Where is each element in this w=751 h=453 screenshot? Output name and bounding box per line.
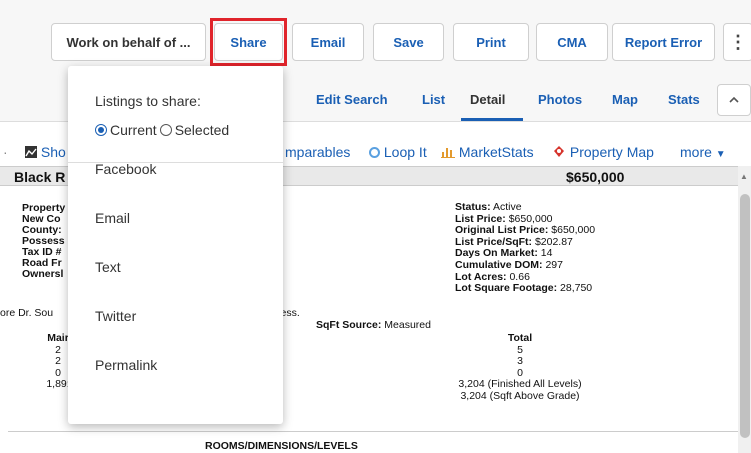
share-dropdown-menu: Listings to share: Current Selected Face… <box>68 66 283 424</box>
scroll-up-arrow-icon[interactable]: ▲ <box>740 172 748 181</box>
listing-stats: Status: Active List Price: $650,000 Orig… <box>455 201 595 295</box>
listing-title: Black R <box>14 169 66 185</box>
map-pin-icon <box>554 146 564 157</box>
comparables-link[interactable]: mparables <box>285 144 350 160</box>
tab-photos[interactable]: Photos <box>538 92 582 107</box>
loop-it-label: Loop It <box>383 144 427 160</box>
rooms-section-title: ROOMS/DIMENSIONS/LEVELS <box>205 440 358 452</box>
cma-button[interactable]: CMA <box>536 23 608 61</box>
tab-detail[interactable]: Detail <box>470 92 505 107</box>
radio-selected[interactable] <box>159 124 172 136</box>
email-button[interactable]: Email <box>292 23 364 61</box>
share-facebook-item[interactable]: Facebook <box>95 161 156 177</box>
save-button[interactable]: Save <box>373 23 444 61</box>
scrollbar-thumb[interactable] <box>740 194 750 438</box>
showing-label: Sho <box>40 144 66 160</box>
loop-icon <box>369 147 380 158</box>
total-column: Total 5 3 0 3,204 (Finished All Levels) … <box>458 332 582 402</box>
separator-icon: · <box>3 144 8 160</box>
showing-icon <box>25 146 37 158</box>
share-scope-radio-group: Current Selected <box>95 122 229 138</box>
bar-chart-icon <box>441 148 455 158</box>
share-twitter-item[interactable]: Twitter <box>95 308 136 324</box>
chevron-down-icon: ▼ <box>715 149 726 160</box>
property-map-label: Property Map <box>569 144 654 160</box>
showing-link[interactable]: Sho <box>25 144 66 160</box>
collapse-chevron-icon[interactable] <box>717 84 751 116</box>
print-button[interactable]: Print <box>453 23 529 61</box>
more-label: more <box>680 144 712 160</box>
active-tab-indicator <box>461 118 523 121</box>
market-stats-label: MarketStats <box>458 144 534 160</box>
address-text-left: ore Dr. Sou <box>0 307 54 319</box>
share-highlight-frame <box>210 18 287 66</box>
stat-lot-sqft: Lot Square Footage: 28,750 <box>455 282 593 295</box>
radio-current-label[interactable]: Current <box>110 122 157 138</box>
listings-to-share-heading: Listings to share: <box>95 93 201 109</box>
tab-edit-search[interactable]: Edit Search <box>316 92 388 107</box>
tab-list[interactable]: List <box>422 92 445 107</box>
share-text-item[interactable]: Text <box>95 259 121 275</box>
market-stats-link[interactable]: MarketStats <box>441 144 534 160</box>
tab-stats[interactable]: Stats <box>668 92 700 107</box>
tab-map[interactable]: Map <box>612 92 638 107</box>
work-on-behalf-button[interactable]: Work on behalf of ... <box>51 23 206 61</box>
share-permalink-item[interactable]: Permalink <box>95 357 157 373</box>
radio-selected-label[interactable]: Selected <box>175 122 229 138</box>
listing-price: $650,000 <box>566 169 625 185</box>
radio-current[interactable] <box>95 124 107 136</box>
report-error-button[interactable]: Report Error <box>612 23 715 61</box>
share-email-item[interactable]: Email <box>95 210 130 226</box>
more-options-icon[interactable]: ⋮ <box>723 23 751 61</box>
property-map-link[interactable]: Property Map <box>552 144 654 160</box>
field-label: Ownersl <box>22 268 64 280</box>
sqft-source: SqFt Source: Measured <box>316 319 431 331</box>
loop-it-link[interactable]: Loop It <box>369 144 427 160</box>
section-divider <box>8 431 738 432</box>
more-actions-link[interactable]: more ▼ <box>680 144 726 160</box>
top-toolbar: Work on behalf of ... Share Email Save P… <box>0 0 751 72</box>
